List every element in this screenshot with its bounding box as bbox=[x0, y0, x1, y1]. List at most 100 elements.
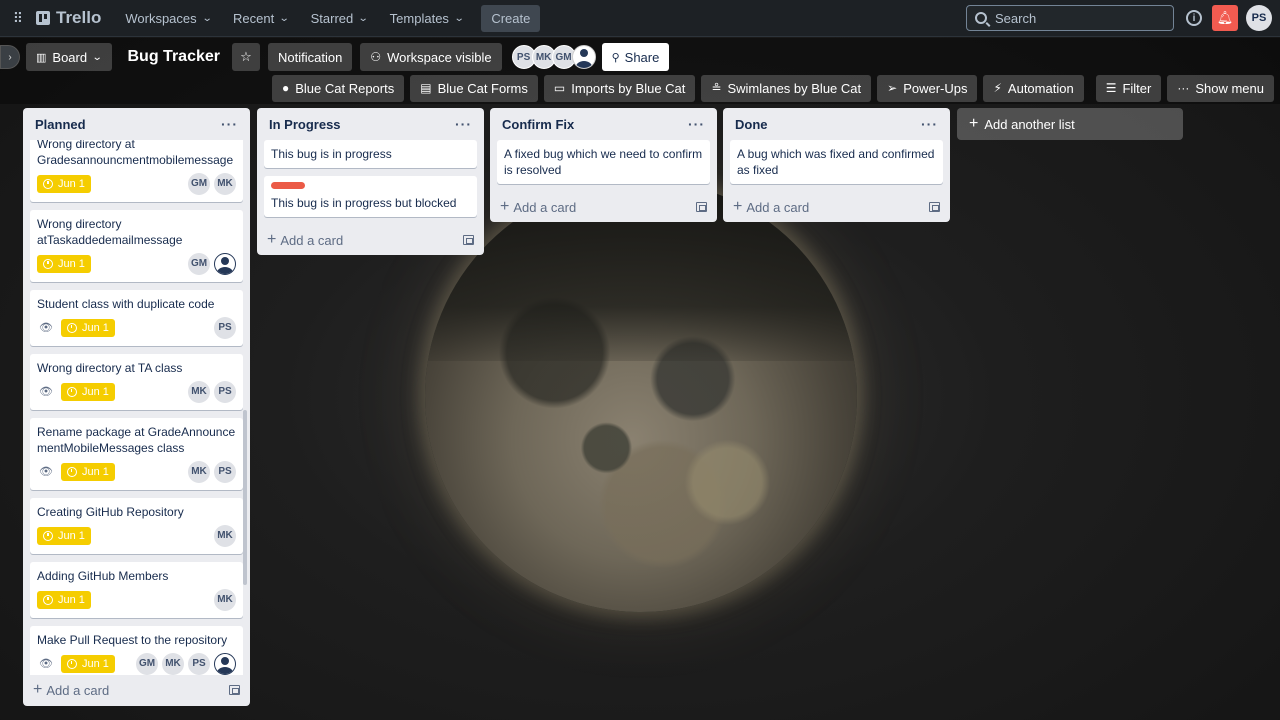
search-icon bbox=[975, 12, 987, 24]
list-menu-icon[interactable]: ··· bbox=[221, 116, 238, 132]
info-icon[interactable]: i bbox=[1186, 10, 1202, 26]
due-date-text: Jun 1 bbox=[58, 178, 85, 190]
due-date-badge[interactable]: Jun 1 bbox=[60, 319, 115, 337]
power-ups-button[interactable]: ➢ Power-Ups bbox=[877, 74, 978, 102]
card-member-user-icon[interactable] bbox=[214, 653, 236, 675]
powerup-blue-cat-forms[interactable]: ▤ Blue Cat Forms bbox=[410, 74, 538, 102]
lightning-icon: ⚡︎ bbox=[993, 81, 1002, 95]
list-header[interactable]: In Progress ··· bbox=[257, 108, 484, 140]
automation-button[interactable]: ⚡︎ Automation bbox=[983, 74, 1084, 102]
list-header[interactable]: Confirm Fix ··· bbox=[490, 108, 717, 140]
logo-text: Trello bbox=[56, 8, 102, 27]
card[interactable]: Make Pull Request to the repository 👁︎ J… bbox=[30, 626, 243, 675]
due-date-badge[interactable]: Jun 1 bbox=[37, 527, 91, 545]
card-member-avatar[interactable]: MK bbox=[188, 461, 210, 483]
card-member-avatar[interactable]: PS bbox=[214, 317, 236, 339]
card-member-avatar[interactable]: GM bbox=[136, 653, 158, 675]
card-member-avatar[interactable]: PS bbox=[188, 653, 210, 675]
due-date-badge[interactable]: Jun 1 bbox=[37, 255, 91, 273]
due-date-badge[interactable]: Jun 1 bbox=[60, 655, 115, 673]
card-template-icon[interactable] bbox=[696, 202, 707, 212]
search-input[interactable]: Search bbox=[966, 5, 1174, 31]
powerup-swimlanes[interactable]: ≗ Swimlanes by Blue Cat bbox=[701, 74, 872, 102]
notifications-bell-icon[interactable]: 🔔︎ bbox=[1212, 5, 1238, 31]
card-member-avatar[interactable]: MK bbox=[188, 381, 210, 403]
due-date-badge[interactable]: Jun 1 bbox=[60, 463, 115, 481]
powerup-blue-cat-reports[interactable]: ● Blue Cat Reports bbox=[271, 74, 405, 102]
list-menu-icon[interactable]: ··· bbox=[921, 116, 938, 132]
list-header[interactable]: Done ··· bbox=[723, 108, 950, 140]
board-header: › ▥ Board ⌄ Bug Tracker ☆ Notification ⚇… bbox=[0, 38, 1280, 104]
filter-button[interactable]: ☰ Filter bbox=[1095, 74, 1162, 102]
card-member-avatar[interactable]: MK bbox=[214, 525, 236, 547]
card[interactable]: Wrong directory at TA class 👁︎ Jun 1 MK P… bbox=[30, 354, 243, 410]
list-title[interactable]: Planned bbox=[35, 117, 86, 132]
card-member-avatar[interactable]: PS bbox=[214, 381, 236, 403]
card[interactable]: This bug is in progress but blocked bbox=[264, 176, 477, 217]
powerup-imports[interactable]: ▭ Imports by Blue Cat bbox=[543, 74, 696, 102]
add-another-list-button[interactable]: + Add another list bbox=[957, 108, 1183, 140]
card[interactable]: Rename package at GradeAnnouncementMobil… bbox=[30, 418, 243, 490]
card-member-avatar[interactable]: MK bbox=[162, 653, 184, 675]
add-card-button[interactable]: + Add a card bbox=[723, 192, 950, 222]
share-button[interactable]: ⚲ Share bbox=[601, 43, 670, 71]
card[interactable]: Adding GitHub Members Jun 1 MK bbox=[30, 562, 243, 618]
card-title: A bug which was fixed and confirmed as f… bbox=[737, 147, 935, 177]
list-scrollbar[interactable] bbox=[243, 410, 247, 585]
card[interactable]: A fixed bug which we need to confirm is … bbox=[497, 140, 710, 184]
visibility-label: Workspace visible bbox=[387, 49, 492, 65]
trello-logo[interactable]: Trello bbox=[36, 8, 101, 28]
powerup-label: Blue Cat Forms bbox=[437, 80, 528, 96]
notification-button[interactable]: Notification bbox=[267, 43, 353, 71]
due-date-badge[interactable]: Jun 1 bbox=[60, 383, 115, 401]
card-member-avatar[interactable]: GM bbox=[188, 173, 210, 195]
add-card-button[interactable]: + Add a card bbox=[23, 675, 250, 705]
add-card-label: Add a card bbox=[746, 199, 810, 215]
card[interactable]: Student class with duplicate code 👁︎ Jun… bbox=[30, 290, 243, 346]
clock-icon bbox=[66, 659, 77, 669]
card[interactable]: This bug is in progress bbox=[264, 140, 477, 168]
card[interactable]: Wrong directory atTaskaddedemailmessage … bbox=[30, 210, 243, 282]
list-header[interactable]: Planned ··· bbox=[23, 108, 250, 140]
user-avatar[interactable]: PS bbox=[1246, 5, 1272, 31]
clock-icon bbox=[43, 259, 53, 269]
card-member-avatar[interactable]: MK bbox=[214, 589, 236, 611]
nav-starred[interactable]: Starred ⌄ bbox=[301, 5, 378, 32]
card-member-avatar[interactable]: GM bbox=[188, 253, 210, 275]
visibility-button[interactable]: ⚇ Workspace visible bbox=[360, 43, 502, 71]
nav-recent[interactable]: Recent ⌄ bbox=[223, 5, 299, 32]
list-title[interactable]: Confirm Fix bbox=[502, 117, 574, 132]
card[interactable]: Wrong directory at Gradesannouncmentmobi… bbox=[30, 140, 243, 202]
card-member-avatar[interactable]: MK bbox=[214, 173, 236, 195]
card-template-icon[interactable] bbox=[463, 235, 474, 245]
show-menu-button[interactable]: ··· Show menu bbox=[1167, 74, 1274, 102]
list-menu-icon[interactable]: ··· bbox=[455, 116, 472, 132]
more-icon: ··· bbox=[1177, 81, 1190, 95]
member-avatar-user-icon[interactable] bbox=[571, 45, 596, 69]
due-date-badge[interactable]: Jun 1 bbox=[37, 591, 91, 609]
nav-workspaces[interactable]: Workspaces ⌄ bbox=[115, 5, 221, 32]
board-title[interactable]: Bug Tracker bbox=[128, 48, 220, 66]
nav-templates[interactable]: Templates ⌄ bbox=[380, 5, 474, 32]
list-title[interactable]: In Progress bbox=[269, 117, 341, 132]
star-board-icon[interactable]: ☆ bbox=[231, 43, 260, 71]
card[interactable]: Creating GitHub Repository Jun 1 MK bbox=[30, 498, 243, 554]
card-label-red[interactable] bbox=[271, 182, 305, 189]
due-date-badge[interactable]: Jun 1 bbox=[37, 175, 91, 193]
sidebar-expand-chevron-icon[interactable]: › bbox=[0, 45, 20, 69]
card-member-user-icon[interactable] bbox=[214, 253, 236, 275]
list-menu-icon[interactable]: ··· bbox=[688, 116, 705, 132]
create-button[interactable]: Create bbox=[481, 4, 541, 32]
card-template-icon[interactable] bbox=[929, 202, 940, 212]
due-date-text: Jun 1 bbox=[81, 658, 109, 670]
app-switcher-icon[interactable]: ⠿ bbox=[8, 8, 28, 28]
card-template-icon[interactable] bbox=[229, 685, 240, 695]
card-title: This bug is in progress bbox=[271, 147, 392, 161]
board-view-switcher[interactable]: ▥ Board ⌄ bbox=[26, 43, 112, 71]
card[interactable]: A bug which was fixed and confirmed as f… bbox=[730, 140, 943, 184]
add-card-button[interactable]: + Add a card bbox=[490, 192, 717, 222]
add-card-button[interactable]: + Add a card bbox=[257, 225, 484, 255]
card-member-avatar[interactable]: PS bbox=[214, 461, 236, 483]
clock-icon bbox=[66, 387, 77, 397]
list-title[interactable]: Done bbox=[735, 117, 768, 132]
